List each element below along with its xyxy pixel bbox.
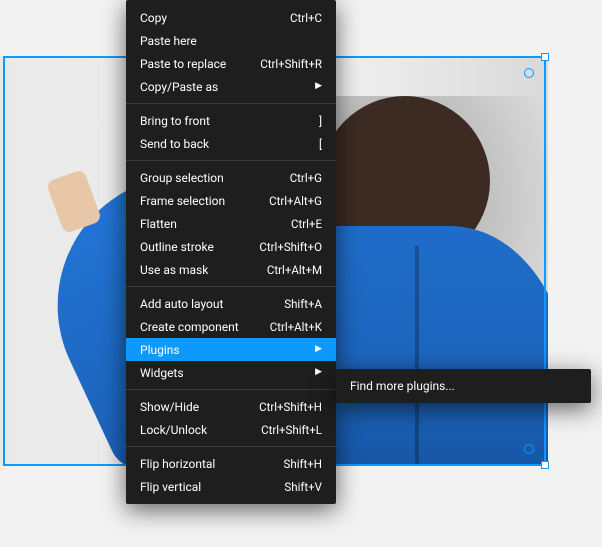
menu-item-add-auto-layout[interactable]: Add auto layout Shift+A: [126, 292, 336, 315]
menu-item-shortcut: [: [319, 137, 322, 151]
image-seam: [415, 246, 419, 466]
menu-item-use-as-mask[interactable]: Use as mask Ctrl+Alt+M: [126, 258, 336, 281]
menu-item-shortcut: Ctrl+E: [291, 217, 322, 231]
menu-item-lock-unlock[interactable]: Lock/Unlock Ctrl+Shift+L: [126, 418, 336, 441]
menu-item-label: Create component: [140, 320, 260, 334]
menu-separator: [126, 286, 336, 287]
menu-item-frame-selection[interactable]: Frame selection Ctrl+Alt+G: [126, 189, 336, 212]
menu-item-label: Copy: [140, 11, 280, 25]
menu-item-shortcut: Ctrl+Alt+M: [267, 263, 322, 277]
menu-item-shortcut: Ctrl+Shift+O: [259, 240, 322, 254]
menu-item-paste-here[interactable]: Paste here: [126, 29, 336, 52]
menu-separator: [126, 103, 336, 104]
menu-item-label: Use as mask: [140, 263, 257, 277]
menu-item-plugins[interactable]: Plugins ▶: [126, 338, 336, 361]
menu-item-shortcut: Shift+V: [284, 480, 322, 494]
context-menu[interactable]: Copy Ctrl+C Paste here Paste to replace Ctrl…: [126, 0, 336, 504]
submenu-item-find-more-plugins[interactable]: Find more plugins...: [336, 375, 591, 397]
menu-item-label: Group selection: [140, 171, 280, 185]
menu-item-flatten[interactable]: Flatten Ctrl+E: [126, 212, 336, 235]
menu-item-shortcut: Ctrl+Shift+H: [259, 400, 322, 414]
menu-item-outline-stroke[interactable]: Outline stroke Ctrl+Shift+O: [126, 235, 336, 258]
menu-item-shortcut: Ctrl+G: [290, 171, 322, 185]
menu-item-widgets[interactable]: Widgets ▶: [126, 361, 336, 384]
menu-item-copy[interactable]: Copy Ctrl+C: [126, 6, 336, 29]
design-canvas[interactable]: Copy Ctrl+C Paste here Paste to replace Ctrl…: [0, 0, 602, 547]
menu-item-flip-horizontal[interactable]: Flip horizontal Shift+H: [126, 452, 336, 475]
menu-item-shortcut: Ctrl+Shift+R: [260, 57, 322, 71]
menu-item-bring-to-front[interactable]: Bring to front]: [126, 109, 336, 132]
menu-item-shortcut: Ctrl+Alt+K: [270, 320, 322, 334]
chevron-right-icon: ▶: [315, 345, 322, 354]
menu-item-label: Plugins: [140, 343, 305, 357]
menu-item-send-to-back[interactable]: Send to back [: [126, 132, 336, 155]
menu-item-create-component[interactable]: Create component Ctrl+Alt+K: [126, 315, 336, 338]
menu-item-label: Send to back: [140, 137, 309, 151]
menu-item-label: Copy/Paste as: [140, 80, 305, 94]
menu-item-flip-vertical[interactable]: Flip vertical Shift+V: [126, 475, 336, 498]
menu-item-label: Paste to replace: [140, 57, 250, 71]
menu-item-shortcut: Ctrl+Shift+L: [261, 423, 322, 437]
plugins-submenu[interactable]: Find more plugins...: [336, 369, 591, 403]
menu-separator: [126, 389, 336, 390]
menu-item-label: Paste here: [140, 34, 322, 48]
menu-item-label: Flip vertical: [140, 480, 274, 494]
menu-item-label: Show/Hide: [140, 400, 249, 414]
chevron-right-icon: ▶: [315, 82, 322, 91]
menu-item-show-hide[interactable]: Show/Hide Ctrl+Shift+H: [126, 395, 336, 418]
menu-item-label: Lock/Unlock: [140, 423, 251, 437]
submenu-item-label: Find more plugins...: [350, 379, 577, 393]
menu-item-label: Outline stroke: [140, 240, 249, 254]
menu-item-shortcut: ]: [319, 114, 322, 128]
menu-item-shortcut: Ctrl+Alt+G: [269, 194, 322, 208]
menu-item-shortcut: Ctrl+C: [290, 11, 322, 25]
menu-item-copy-paste-as[interactable]: Copy/Paste as ▶: [126, 75, 336, 98]
menu-item-label: Flatten: [140, 217, 281, 231]
menu-item-label: Bring to front: [140, 114, 309, 128]
menu-item-label: Widgets: [140, 366, 305, 380]
menu-separator: [126, 160, 336, 161]
menu-item-paste-to-replace[interactable]: Paste to replace Ctrl+Shift+R: [126, 52, 336, 75]
menu-item-label: Frame selection: [140, 194, 259, 208]
menu-item-group-selection[interactable]: Group selection Ctrl+G: [126, 166, 336, 189]
menu-item-label: Flip horizontal: [140, 457, 274, 471]
menu-item-shortcut: Shift+H: [284, 457, 322, 471]
menu-item-label: Add auto layout: [140, 297, 274, 311]
menu-separator: [126, 446, 336, 447]
menu-item-shortcut: Shift+A: [284, 297, 322, 311]
chevron-right-icon: ▶: [315, 368, 322, 377]
